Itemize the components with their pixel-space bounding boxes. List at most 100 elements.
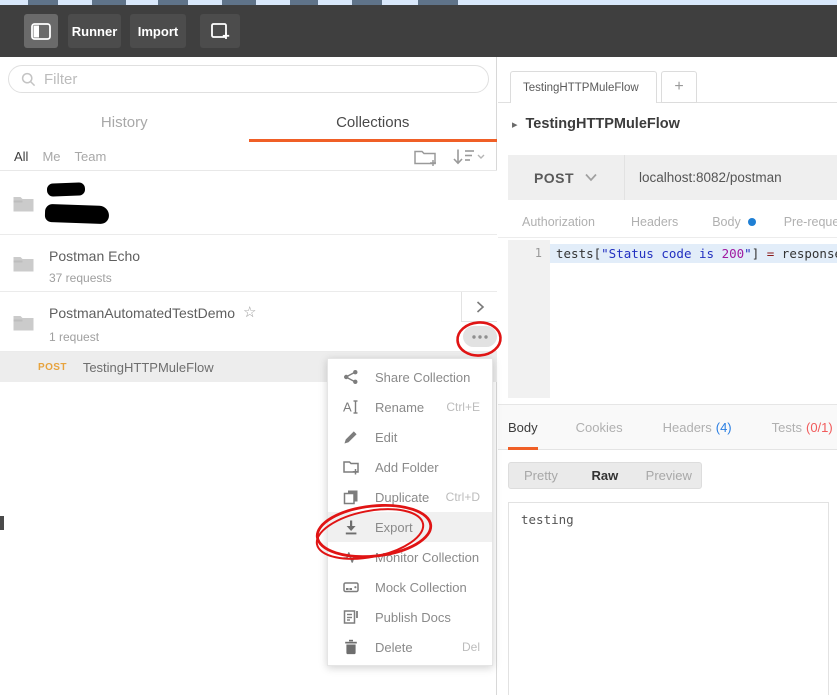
menu-item-shortcut: Del	[462, 640, 480, 654]
new-window-button[interactable]	[200, 14, 240, 48]
response-section-header: Body Cookies Headers (4) Tests (0/1)	[498, 405, 837, 450]
folder-icon	[13, 255, 34, 272]
code-string-token: "Status code is	[601, 246, 721, 261]
filter-search-box[interactable]	[8, 65, 489, 93]
response-body-box[interactable]: testing	[508, 502, 829, 695]
response-body-text: testing	[509, 503, 828, 527]
tab-collections[interactable]: Collections	[249, 103, 498, 142]
new-folder-icon[interactable]	[413, 147, 439, 167]
menu-item-add-folder[interactable]: Add Folder	[328, 452, 492, 482]
edit-pencil-icon	[343, 429, 359, 445]
menu-item-monitor-collection[interactable]: Monitor Collection	[328, 542, 492, 572]
view-mode-pretty[interactable]: Pretty	[509, 468, 573, 483]
view-mode-raw[interactable]: Raw	[573, 468, 637, 483]
folder-icon	[13, 314, 34, 331]
tab-body[interactable]: Body	[712, 215, 756, 229]
favorite-star-icon[interactable]: ☆	[243, 303, 256, 321]
menu-item-label: Rename	[375, 400, 424, 415]
method-dropdown-value: POST	[534, 170, 574, 186]
add-folder-icon	[343, 459, 359, 475]
publish-docs-icon	[343, 609, 359, 625]
delete-trash-icon	[343, 639, 359, 655]
menu-item-delete[interactable]: Delete Del	[328, 632, 492, 662]
collection-item-redacted[interactable]	[0, 171, 497, 235]
code-number-token: 200	[722, 246, 745, 261]
menu-item-label: Duplicate	[375, 490, 429, 505]
menu-item-label: Add Folder	[375, 460, 439, 475]
plus-icon: +	[674, 78, 683, 96]
collection-title-row[interactable]: ▸ TestingHTTPMuleFlow	[498, 103, 837, 145]
scope-all[interactable]: All	[14, 149, 28, 164]
tab-history[interactable]: History	[0, 103, 249, 142]
sidebar-tabs: History Collections	[0, 103, 497, 142]
response-tab-cookies[interactable]: Cookies	[576, 405, 623, 450]
menu-item-label: Delete	[375, 640, 413, 655]
expand-collection-button[interactable]	[461, 292, 497, 322]
response-view-mode-switch: Pretty Raw Preview	[508, 462, 702, 489]
redacted-request-count	[45, 204, 110, 224]
tests-code-editor[interactable]: 1 tests["Status code is 200"] = response…	[508, 240, 837, 398]
url-input[interactable]: localhost:8082/postman	[639, 170, 782, 185]
runner-button[interactable]: Runner	[68, 14, 121, 48]
app-header-bar: Runner Import	[0, 5, 837, 57]
request-title: TestingHTTPMuleFlow	[526, 116, 680, 132]
tab-authorization[interactable]: Authorization	[522, 215, 595, 229]
code-string-token: "	[744, 246, 752, 261]
request-section-tabs: Authorization Headers Body Pre-request S…	[498, 207, 837, 238]
editor-line-number: 1	[508, 244, 542, 263]
code-token: ]	[752, 246, 767, 261]
body-has-content-dot	[748, 218, 756, 226]
view-mode-preview[interactable]: Preview	[637, 468, 701, 483]
response-tab-tests[interactable]: Tests (0/1)	[772, 405, 833, 450]
active-response-tab-underline	[508, 447, 538, 450]
response-tab-tests-label: Tests	[772, 420, 802, 435]
collapse-arrow-icon[interactable]: ▸	[512, 118, 518, 131]
menu-item-edit[interactable]: Edit	[328, 422, 492, 452]
collection-context-menu: Share Collection A Rename Ctrl+E Edit	[327, 358, 493, 666]
menu-item-rename[interactable]: A Rename Ctrl+E	[328, 392, 492, 422]
collection-name: PostmanAutomatedTestDemo	[49, 305, 235, 321]
request-method-badge: POST	[38, 362, 67, 373]
menu-item-export[interactable]: Export	[328, 512, 492, 542]
response-tab-headers[interactable]: Headers (4)	[663, 405, 732, 450]
new-window-icon	[211, 23, 230, 40]
redacted-collection-name	[47, 182, 85, 196]
import-button[interactable]: Import	[130, 14, 186, 48]
collection-options-button[interactable]	[463, 326, 497, 347]
code-token: tests[	[556, 246, 601, 261]
method-dropdown[interactable]: POST	[508, 155, 625, 200]
import-button-label: Import	[138, 24, 178, 39]
menu-item-duplicate[interactable]: Duplicate Ctrl+D	[328, 482, 492, 512]
new-request-tab-button[interactable]: +	[661, 71, 697, 103]
svg-text:A: A	[343, 400, 352, 415]
collection-item-postman-automated-test-demo[interactable]: PostmanAutomatedTestDemo ☆ 1 request	[0, 292, 497, 352]
ellipsis-icon	[471, 334, 489, 340]
menu-item-label: Export	[375, 520, 413, 535]
tab-history-label: History	[101, 114, 148, 131]
sidebar-toggle-button[interactable]	[24, 14, 58, 48]
sidebar-toggle-icon	[31, 23, 51, 40]
scope-team[interactable]: Team	[75, 149, 107, 164]
menu-item-share-collection[interactable]: Share Collection	[328, 362, 492, 392]
scope-me[interactable]: Me	[42, 149, 60, 164]
request-tab-title: TestingHTTPMuleFlow	[523, 82, 639, 94]
filter-input[interactable]	[44, 71, 444, 88]
response-tab-body[interactable]: Body	[508, 405, 538, 450]
sort-order-icon[interactable]	[452, 148, 486, 166]
menu-item-mock-collection[interactable]: Mock Collection	[328, 572, 492, 602]
request-name: TestingHTTPMuleFlow	[83, 360, 214, 375]
response-tab-body-label: Body	[508, 420, 538, 435]
tab-headers[interactable]: Headers	[631, 215, 678, 229]
response-tab-headers-label: Headers	[663, 420, 712, 435]
collection-request-count: 1 request	[49, 330, 99, 344]
postman-app-window: Runner Import History Col	[0, 0, 837, 695]
collection-request-count: 37 requests	[49, 271, 112, 285]
request-tab-testing-http-mule-flow[interactable]: TestingHTTPMuleFlow	[510, 71, 657, 103]
folder-icon	[13, 195, 34, 212]
tab-pre-request-script[interactable]: Pre-request Script	[784, 215, 837, 229]
share-icon	[343, 369, 359, 385]
runner-button-label: Runner	[72, 24, 118, 39]
collection-item-postman-echo[interactable]: Postman Echo 37 requests	[0, 235, 497, 292]
edge-artifact-tick	[0, 516, 4, 530]
menu-item-publish-docs[interactable]: Publish Docs	[328, 602, 492, 632]
